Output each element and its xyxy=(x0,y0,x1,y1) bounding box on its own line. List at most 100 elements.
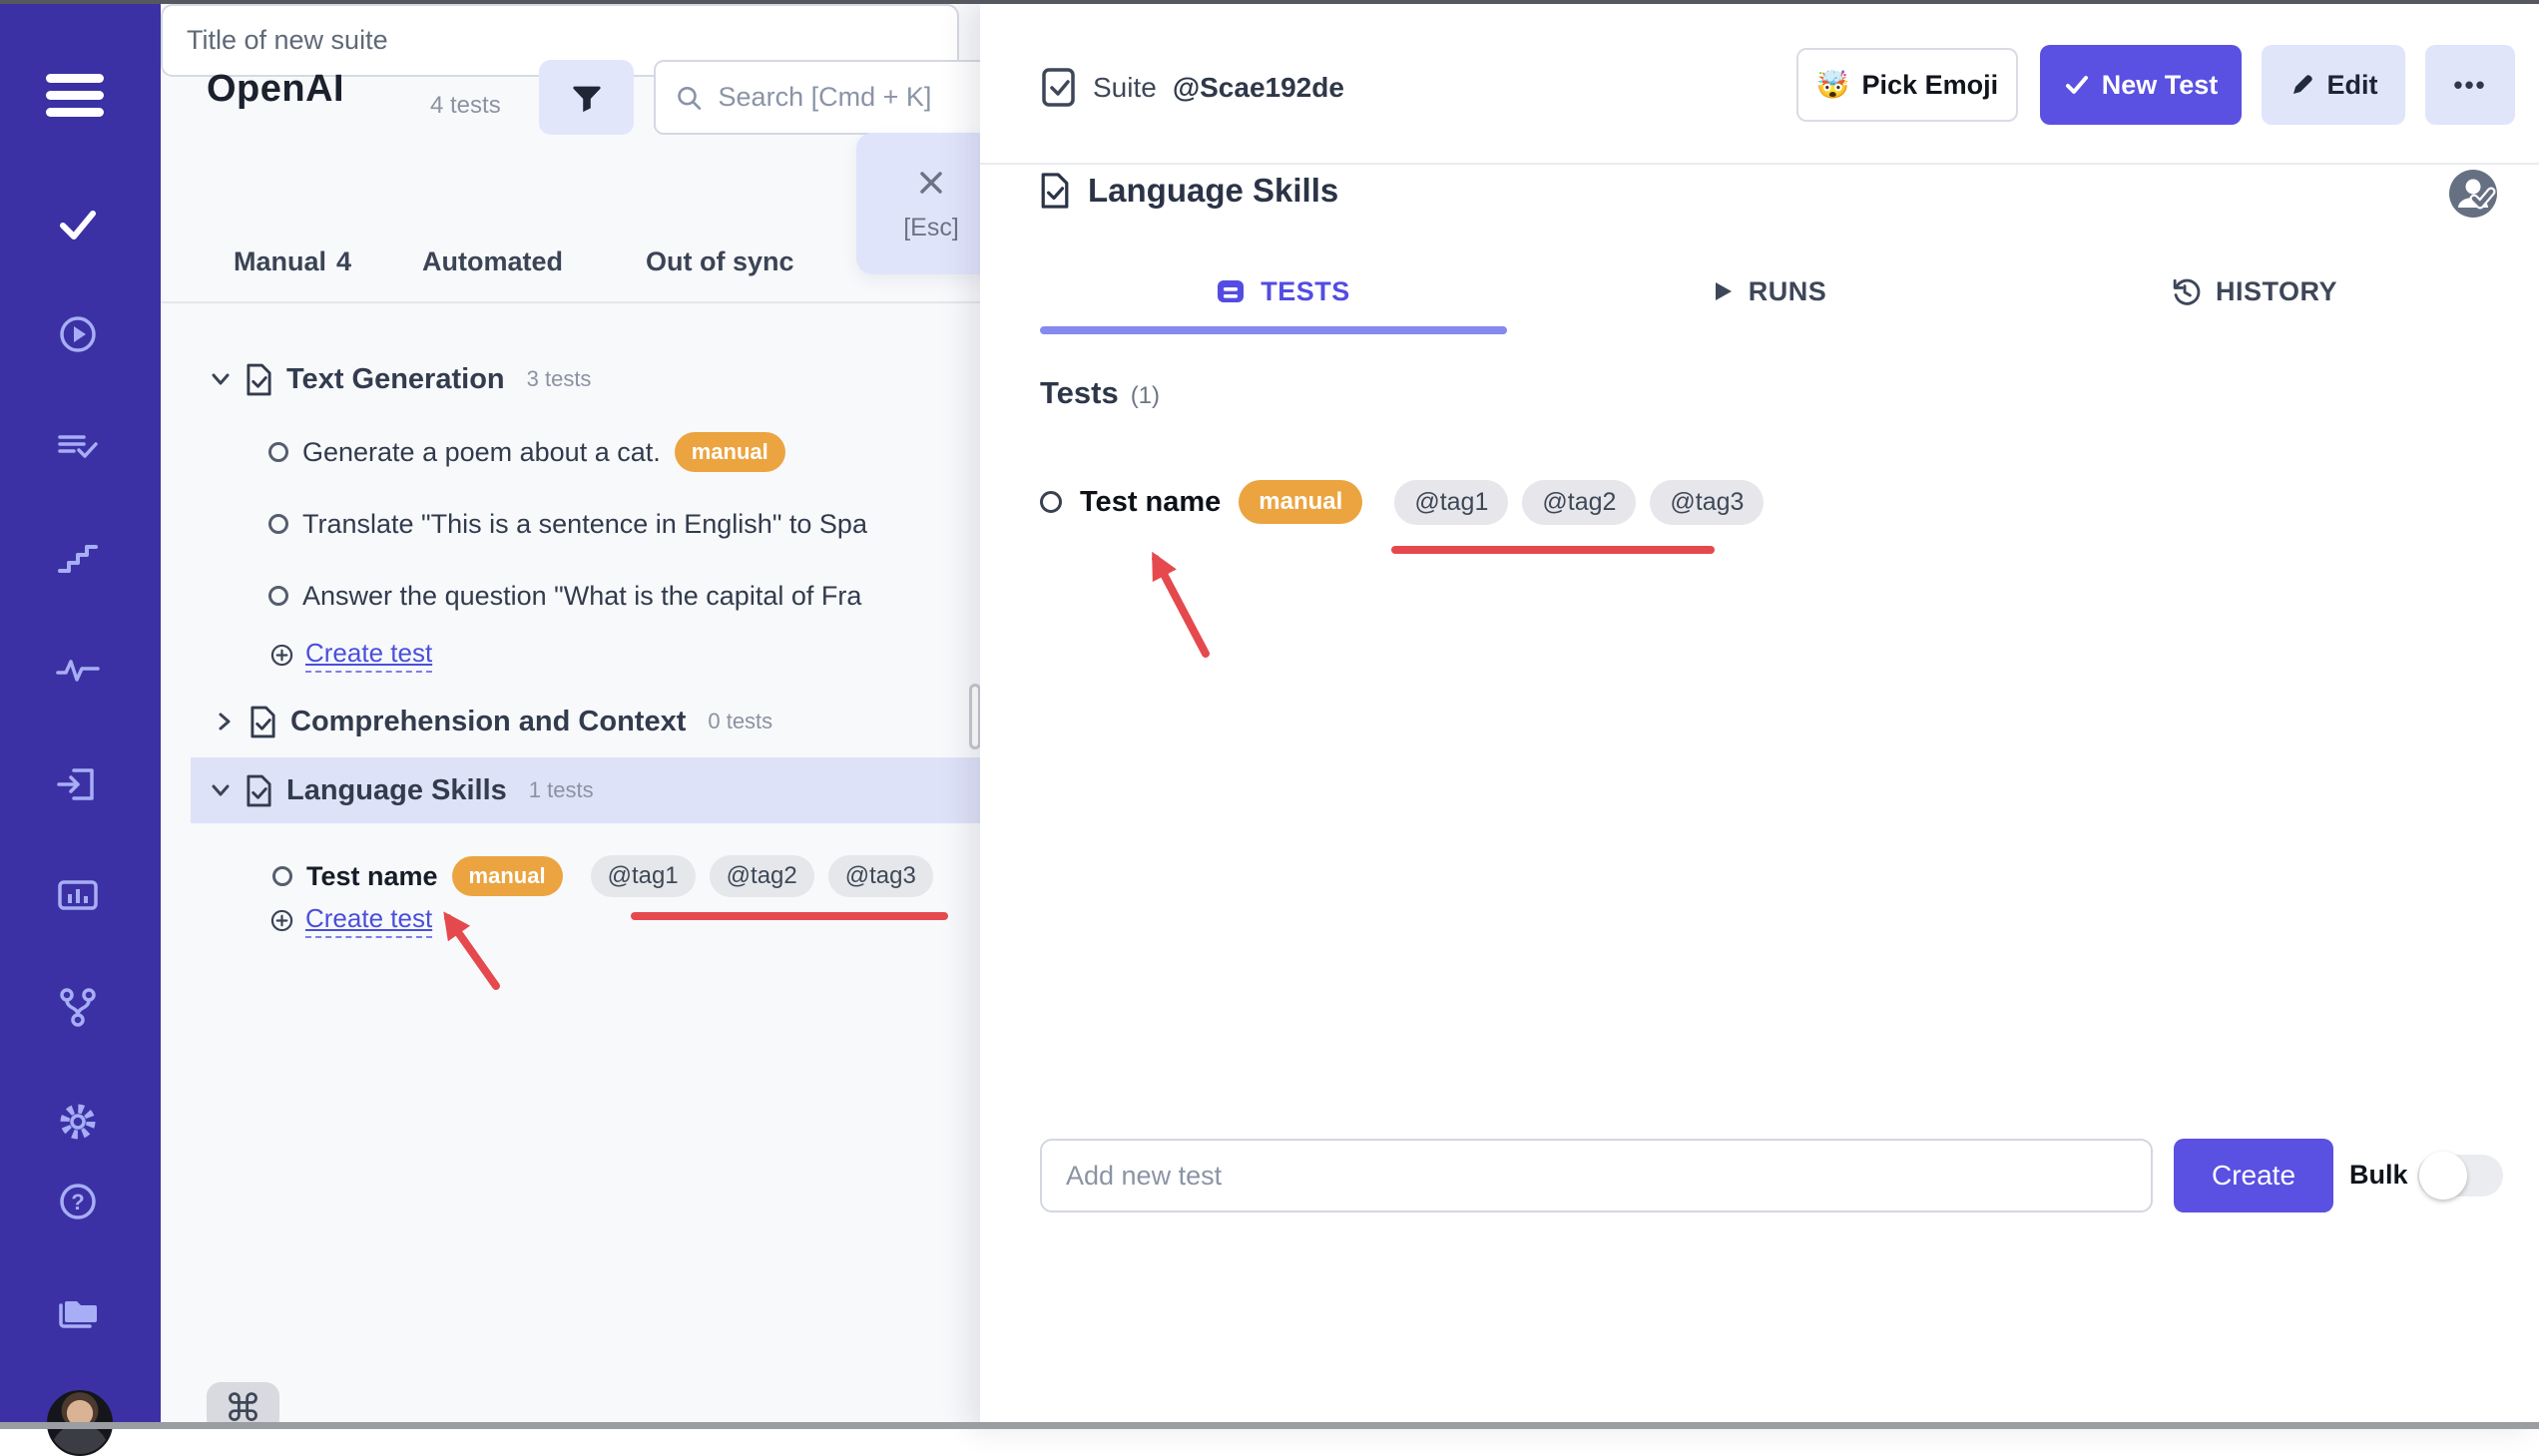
add-new-test-input[interactable] xyxy=(1040,1139,2153,1213)
chevron-down-icon[interactable] xyxy=(210,368,232,390)
toggle-knob xyxy=(2419,1152,2467,1200)
import-icon[interactable] xyxy=(55,761,101,807)
tab-tests[interactable]: TESTS xyxy=(1040,258,1525,324)
suite-count: 1 tests xyxy=(528,777,594,802)
tab-out-of-sync[interactable]: Out of sync xyxy=(646,246,794,277)
bulk-label: Bulk xyxy=(2349,1160,2408,1190)
activity-pulse-icon[interactable] xyxy=(55,648,101,694)
suite-title: Language Skills xyxy=(1088,172,1339,209)
check-icon xyxy=(2065,76,2088,94)
plus-circle-icon xyxy=(270,644,293,666)
history-clock-icon xyxy=(2173,278,2201,305)
menu-icon[interactable] xyxy=(46,70,110,120)
manual-badge: manual xyxy=(451,856,563,896)
tests-check-icon[interactable] xyxy=(55,201,101,246)
assignee-avatar-icon[interactable] xyxy=(2447,168,2499,220)
suite-label: Comprehension and Context xyxy=(290,705,687,737)
pencil-icon xyxy=(2292,75,2312,94)
tag-pill: @tag2 xyxy=(1522,479,1637,525)
tag-pill: @tag1 xyxy=(590,855,696,897)
suite-detail-panel: Suite @Scae192de 🤯 Pick Emoji New Test E… xyxy=(980,4,2539,1429)
tab-manual[interactable]: Manual 4 xyxy=(234,246,351,277)
doc-check-icon xyxy=(1041,173,1069,209)
bar-chart-icon[interactable] xyxy=(55,872,101,918)
test-status-circle xyxy=(1040,491,1062,513)
suite-row-text-generation[interactable]: Text Generation 3 tests xyxy=(210,351,591,407)
steps-icon[interactable] xyxy=(55,538,101,584)
test-row[interactable]: Answer the question "What is the capital… xyxy=(268,568,861,624)
test-status-circle xyxy=(272,866,292,886)
chevron-right-icon[interactable] xyxy=(214,711,236,732)
filter-button[interactable] xyxy=(539,60,634,135)
tag-pill: @tag3 xyxy=(1650,479,1765,525)
create-test-link[interactable]: Create test xyxy=(270,631,433,679)
ellipsis-icon: ••• xyxy=(2453,69,2487,100)
test-status-circle xyxy=(268,514,288,534)
project-tests-count: 4 tests xyxy=(430,92,501,119)
funnel-icon xyxy=(572,86,601,112)
suite-doc-icon xyxy=(247,363,271,395)
pick-emoji-button[interactable]: 🤯 Pick Emoji xyxy=(1796,48,2018,122)
test-row-test-name[interactable]: Test name manual @tag1 @tag2 @tag3 xyxy=(1040,474,1765,530)
header-divider xyxy=(980,163,2539,165)
test-row[interactable]: Translate "This is a sentence in English… xyxy=(268,496,867,552)
tab-runs[interactable]: RUNS xyxy=(1525,258,2010,324)
settings-gear-icon[interactable] xyxy=(55,1099,101,1145)
suite-row-language-skills[interactable]: Language Skills 1 tests xyxy=(210,762,594,818)
window-bottom-edge xyxy=(0,1422,2539,1429)
list-check-icon[interactable] xyxy=(55,425,101,471)
suite-label: Language Skills xyxy=(286,773,507,806)
tab-automated[interactable]: Automated xyxy=(422,246,563,277)
app-sidebar: ? xyxy=(0,4,161,1456)
active-tab-underline xyxy=(1040,326,1507,334)
close-panel-button[interactable]: [Esc] xyxy=(856,133,980,274)
scrollbar-thumb[interactable] xyxy=(969,684,980,749)
manual-badge: manual xyxy=(1239,480,1363,524)
test-row[interactable]: Generate a poem about a cat. manual xyxy=(268,424,785,480)
emoji-icon: 🤯 xyxy=(1815,70,1850,100)
suite-doc-icon xyxy=(251,706,275,737)
test-status-circle xyxy=(268,442,288,462)
bulk-toggle[interactable] xyxy=(2417,1152,2503,1200)
plus-circle-icon xyxy=(270,909,293,931)
play-circle-icon[interactable] xyxy=(55,311,101,357)
close-icon xyxy=(920,171,942,194)
esc-hint: [Esc] xyxy=(903,213,959,242)
search-input[interactable] xyxy=(716,81,980,114)
detail-tabs: TESTS RUNS HISTORY xyxy=(1040,258,2495,324)
tab-history[interactable]: HISTORY xyxy=(2010,258,2495,324)
suite-count: 0 tests xyxy=(708,709,773,733)
create-button[interactable]: Create xyxy=(2174,1139,2333,1213)
svg-text:?: ? xyxy=(71,1190,84,1214)
test-status-circle xyxy=(268,586,288,606)
new-test-button[interactable]: New Test xyxy=(2040,45,2242,125)
folder-icon[interactable] xyxy=(55,1290,101,1336)
project-title: OpenAI xyxy=(207,68,345,110)
chevron-down-icon[interactable] xyxy=(210,779,232,801)
search-box[interactable] xyxy=(654,60,980,135)
tag-pill: @tag2 xyxy=(709,855,814,897)
git-branch-icon[interactable] xyxy=(55,985,101,1031)
tests-list-icon xyxy=(1218,280,1245,302)
play-icon xyxy=(1715,282,1732,300)
window-top-edge xyxy=(0,0,2539,4)
suite-row-comprehension[interactable]: Comprehension and Context 0 tests xyxy=(214,694,772,749)
suites-panel: OpenAI 4 tests [Esc] Manual4 Automated O… xyxy=(161,4,980,1429)
more-options-button[interactable]: ••• xyxy=(2425,45,2515,125)
suite-doc-icon xyxy=(247,774,271,806)
search-icon xyxy=(678,86,702,110)
suite-label: Suite xyxy=(1093,71,1157,103)
tag-pill: @tag3 xyxy=(827,855,933,897)
suite-label: Text Generation xyxy=(286,362,505,395)
help-circle-icon[interactable]: ? xyxy=(55,1179,101,1224)
tabs-divider xyxy=(161,301,980,303)
tests-heading: Tests (1) xyxy=(1040,375,1161,410)
suite-check-icon xyxy=(1042,68,1075,107)
command-icon: ⌘ xyxy=(224,1385,262,1429)
create-test-link[interactable]: Create test xyxy=(270,896,433,944)
suite-id: @Scae192de xyxy=(1172,71,1344,103)
suite-count: 3 tests xyxy=(526,366,592,391)
edit-button[interactable]: Edit xyxy=(2262,45,2405,125)
tag-pill: @tag1 xyxy=(1394,479,1509,525)
manual-badge: manual xyxy=(674,432,785,472)
